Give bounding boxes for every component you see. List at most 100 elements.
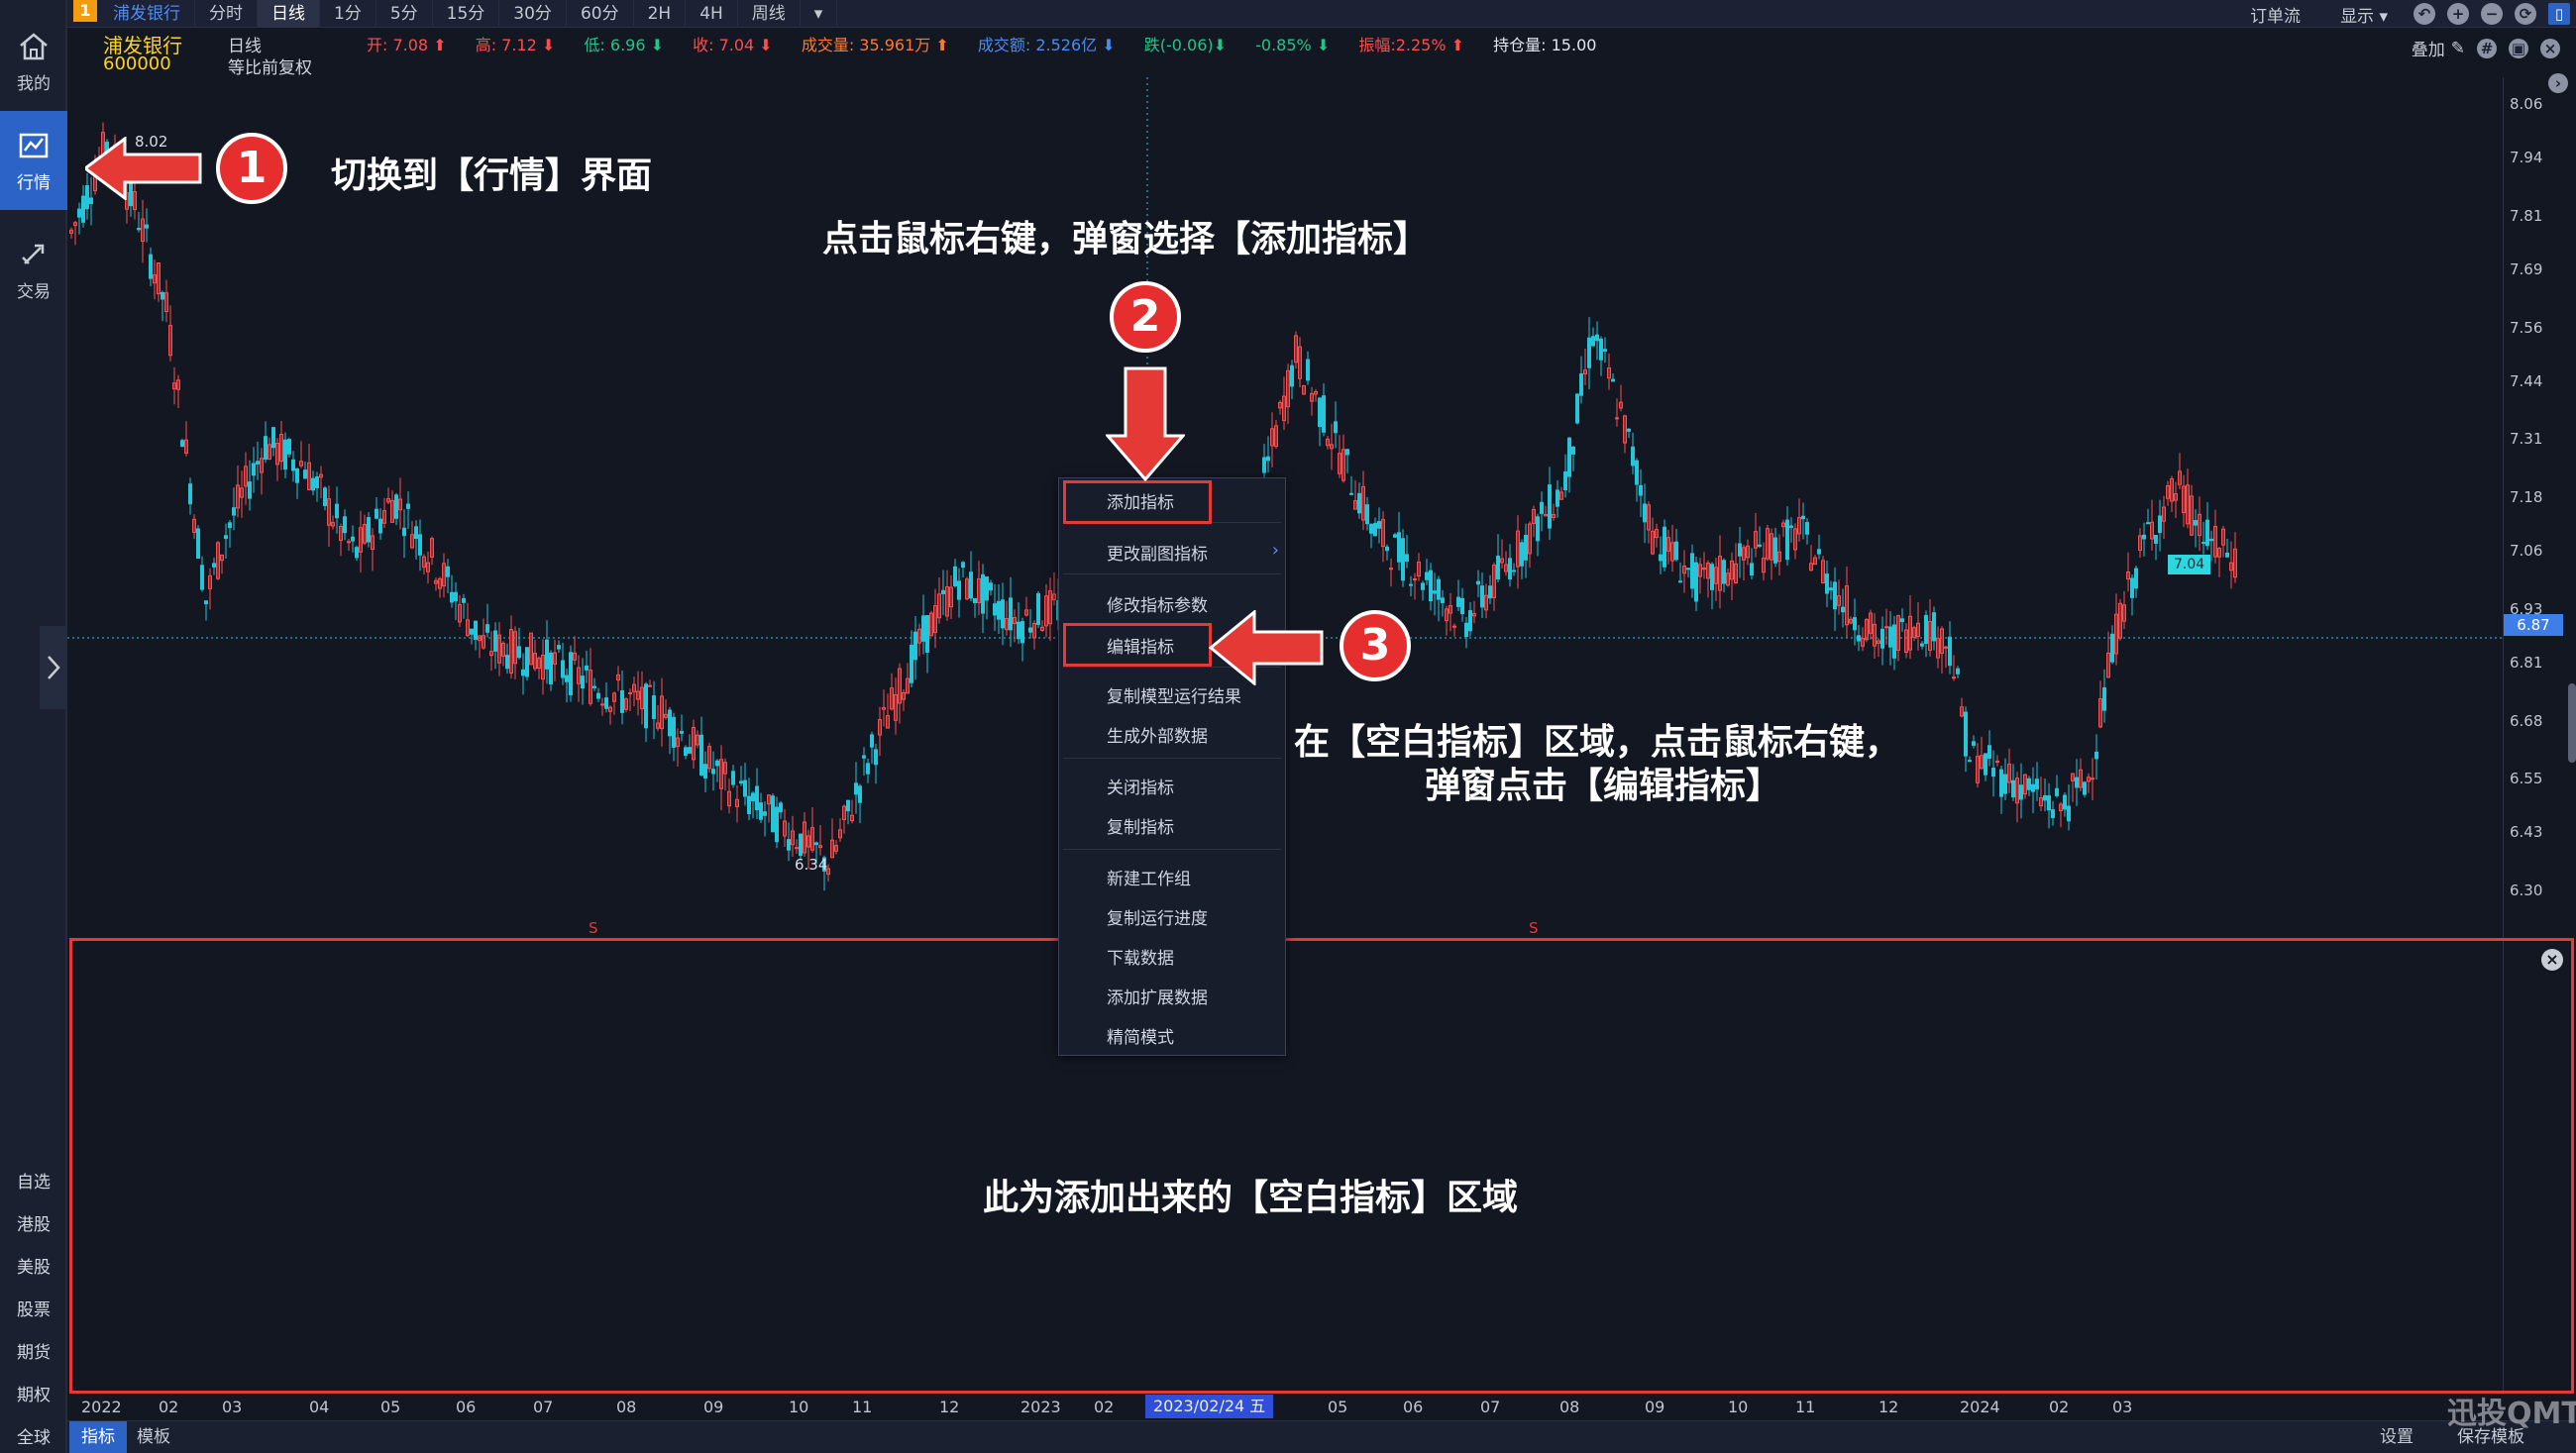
candle-body bbox=[2027, 778, 2031, 790]
candle-body bbox=[1460, 597, 1464, 615]
grid-icon[interactable]: # bbox=[2477, 38, 2497, 58]
candle-body bbox=[1508, 558, 1512, 580]
y-tick-label: 7.44 bbox=[2510, 371, 2543, 390]
submenu-arrow-icon: › bbox=[1271, 540, 1279, 561]
undo-icon[interactable]: ↶ bbox=[2414, 3, 2435, 25]
menu-item-simple-mode[interactable]: 精简模式 bbox=[1107, 1023, 1174, 1048]
market-item[interactable]: 全球 bbox=[0, 1414, 67, 1453]
blank-indicator-panel[interactable]: × bbox=[69, 938, 2574, 1394]
tab-period[interactable]: 30分 bbox=[499, 0, 567, 28]
candle-body bbox=[1575, 393, 1579, 424]
tab-period[interactable]: 15分 bbox=[433, 0, 500, 28]
tab-period[interactable]: 5分 bbox=[376, 0, 433, 28]
candle-body bbox=[291, 459, 295, 471]
chart-line-icon bbox=[19, 133, 49, 157]
settings-button[interactable]: 设置 bbox=[2364, 1421, 2429, 1453]
menu-item-copy-indicator[interactable]: 复制指标 bbox=[1107, 813, 1174, 838]
candle-body bbox=[1536, 516, 1540, 542]
candle-body bbox=[731, 771, 735, 785]
x-tick-label: 05 bbox=[1328, 1398, 1348, 1416]
candle-body bbox=[1464, 622, 1468, 638]
zoom-in-icon[interactable]: + bbox=[2447, 3, 2469, 25]
candle-body bbox=[596, 692, 600, 699]
candle-body bbox=[1001, 599, 1005, 629]
tab-period[interactable]: 分时 bbox=[195, 0, 258, 28]
tab-templates[interactable]: 模板 bbox=[125, 1421, 182, 1453]
layout-icon[interactable]: ▯ bbox=[2548, 3, 2570, 25]
overlay-button[interactable]: 叠加 bbox=[2412, 36, 2445, 60]
scrollbar-handle[interactable] bbox=[2568, 683, 2576, 763]
menu-item-modify-params[interactable]: 修改指标参数 bbox=[1107, 591, 1208, 616]
sidebar-item-label: 行情 bbox=[17, 172, 51, 193]
x-tick-label: 02 bbox=[1094, 1398, 1115, 1416]
refresh-icon[interactable]: ⟳ bbox=[2515, 3, 2536, 25]
candle-body bbox=[1556, 489, 1559, 507]
market-item[interactable]: 港股 bbox=[0, 1201, 67, 1243]
candle-body bbox=[787, 839, 791, 851]
menu-item-add-extended-data[interactable]: 添加扩展数据 bbox=[1107, 984, 1208, 1008]
order-flow-button[interactable]: 订单流 bbox=[2230, 2, 2320, 27]
menu-item-copy-model-result[interactable]: 复制模型运行结果 bbox=[1107, 682, 1241, 707]
tab-stock[interactable]: 浦发银行 bbox=[99, 0, 195, 28]
menu-item-generate-external[interactable]: 生成外部数据 bbox=[1107, 722, 1208, 747]
x-tick-label: 08 bbox=[616, 1398, 637, 1416]
candle-body bbox=[1900, 618, 1904, 623]
candle-body bbox=[739, 780, 743, 784]
candle-body bbox=[585, 665, 589, 671]
candle-body bbox=[581, 675, 585, 689]
candle-body bbox=[672, 716, 676, 748]
window-icon[interactable]: ▣ bbox=[2509, 38, 2528, 58]
candle-body bbox=[2205, 519, 2209, 547]
candle-body bbox=[1991, 768, 1995, 778]
sidebar-expand-button[interactable] bbox=[40, 626, 67, 709]
display-dropdown[interactable]: 显示 ▾ bbox=[2320, 2, 2408, 27]
market-item[interactable]: 股票 bbox=[0, 1287, 67, 1328]
candle-body bbox=[2201, 542, 2205, 545]
tab-indicators[interactable]: 指标 bbox=[69, 1421, 127, 1453]
watermark-logo: 迅投QMT bbox=[2447, 1397, 2576, 1431]
x-tick-label: 02 bbox=[2049, 1398, 2070, 1416]
tab-period[interactable]: 2H bbox=[634, 0, 687, 28]
tab-period[interactable]: 周线 bbox=[738, 0, 801, 28]
pencil-icon[interactable]: ✎ bbox=[2451, 39, 2465, 58]
candle-body bbox=[961, 562, 965, 569]
candle-body bbox=[699, 734, 703, 776]
menu-item-download-data[interactable]: 下载数据 bbox=[1107, 944, 1174, 969]
candle-body bbox=[402, 527, 406, 537]
menu-item-new-workgroup[interactable]: 新建工作组 bbox=[1107, 865, 1191, 889]
candle-body bbox=[493, 630, 497, 652]
zoom-out-icon[interactable]: − bbox=[2481, 3, 2503, 25]
x-tick-label: 10 bbox=[789, 1398, 809, 1416]
tab-period[interactable]: 4H bbox=[686, 0, 738, 28]
market-item[interactable]: 自选 bbox=[0, 1159, 67, 1200]
sidebar-item-home[interactable]: 我的 bbox=[0, 12, 67, 111]
menu-item-close-indicator[interactable]: 关闭指标 bbox=[1107, 774, 1174, 798]
candle-body bbox=[1441, 597, 1445, 603]
candle-body bbox=[668, 709, 672, 737]
market-item[interactable]: 美股 bbox=[0, 1244, 67, 1286]
tab-period[interactable]: 60分 bbox=[567, 0, 634, 28]
close-icon[interactable]: × bbox=[2540, 38, 2560, 58]
candle-body bbox=[287, 439, 291, 455]
tab-period[interactable]: 日线 bbox=[258, 0, 320, 28]
market-item[interactable]: 期权 bbox=[0, 1372, 67, 1413]
annotation-blank-panel: 此为添加出来的【空白指标】区域 bbox=[983, 1178, 1519, 1218]
sidebar-item-market[interactable]: 行情 bbox=[0, 111, 67, 210]
close-indicator-icon[interactable]: × bbox=[2541, 949, 2563, 971]
candle-body bbox=[565, 675, 569, 682]
candle-body bbox=[1639, 484, 1643, 496]
sidebar-item-trade[interactable]: 交易 bbox=[0, 220, 67, 319]
market-item[interactable]: 期货 bbox=[0, 1329, 67, 1371]
more-periods-dropdown[interactable]: ▾ bbox=[801, 0, 838, 28]
candle-body bbox=[2043, 794, 2047, 801]
candle-body bbox=[604, 697, 608, 709]
tab-period[interactable]: 1分 bbox=[320, 0, 376, 28]
menu-item-change-subchart[interactable]: 更改副图指标 bbox=[1107, 540, 1208, 565]
candle-body bbox=[1318, 397, 1322, 428]
signal-s-mark: S bbox=[589, 919, 598, 937]
stock-code: 600000 bbox=[103, 53, 171, 74]
context-menu: 添加指标 更改副图指标 › 修改指标参数 编辑指标 复制模型运行结果 生成外部数… bbox=[1058, 477, 1286, 1056]
price-adjust-mode[interactable]: 等比前复权 bbox=[228, 53, 312, 78]
y-tick-label: 6.55 bbox=[2510, 770, 2543, 788]
menu-item-copy-progress[interactable]: 复制运行进度 bbox=[1107, 904, 1208, 929]
